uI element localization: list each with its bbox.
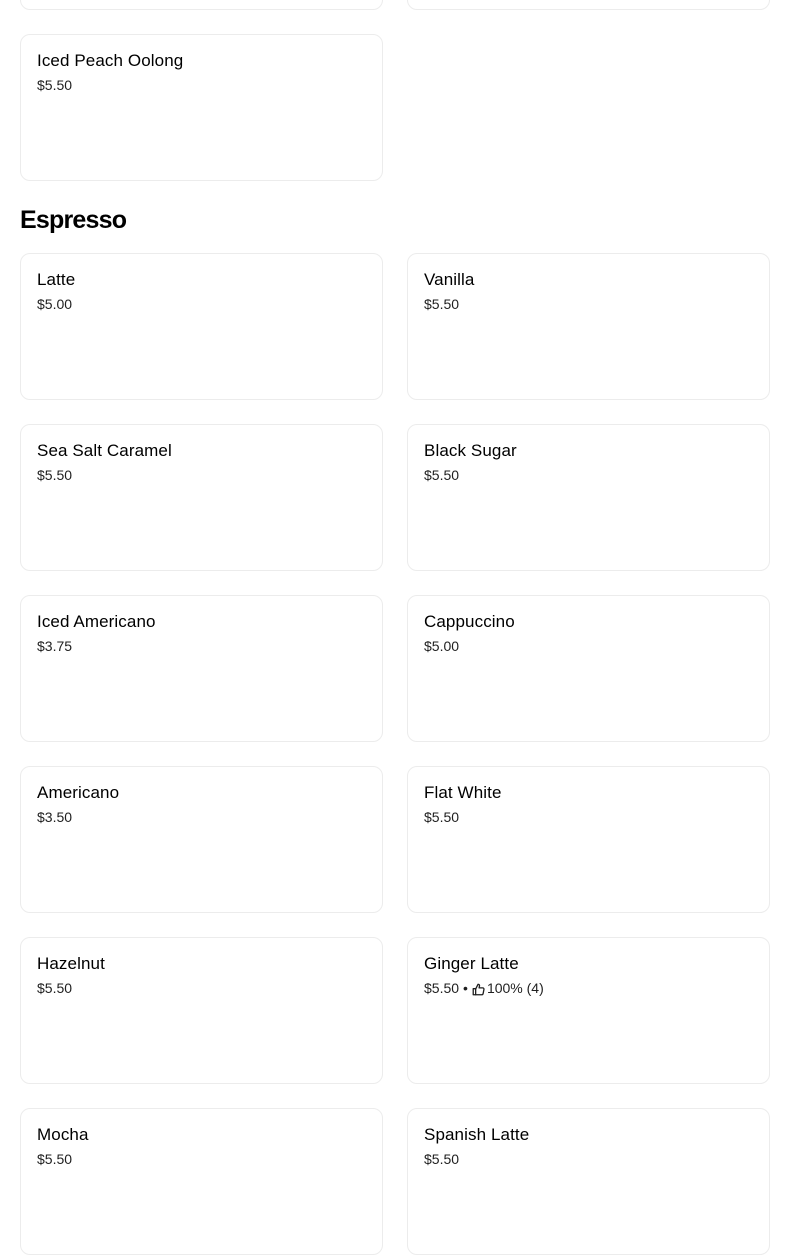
menu-item-card[interactable] — [407, 0, 770, 10]
menu-item-card[interactable]: Flat White $5.50 — [407, 766, 770, 913]
item-meta: $5.50 • 100% (4) — [424, 979, 544, 997]
menu-item-card[interactable]: Americano $3.50 — [20, 766, 383, 913]
item-price: $5.50 — [37, 1151, 73, 1167]
thumbs-up-icon — [472, 982, 485, 995]
item-price: $3.75 — [37, 638, 73, 654]
item-name: Americano — [37, 783, 120, 802]
section-title-espresso: Espresso — [20, 206, 127, 234]
item-price: $5.50 — [37, 77, 73, 93]
item-name: Iced Americano — [37, 612, 156, 631]
item-name: Latte — [37, 270, 76, 289]
menu-item-card[interactable]: Hazelnut $5.50 — [20, 937, 383, 1084]
menu-item-card[interactable] — [20, 0, 383, 10]
item-price: $5.00 — [424, 638, 460, 654]
item-name: Cappuccino — [424, 612, 515, 631]
item-price: $5.00 — [37, 296, 73, 312]
item-price: $5.50 — [424, 1151, 460, 1167]
item-name: Iced Peach Oolong — [37, 51, 184, 70]
item-price: $5.50 — [424, 467, 460, 483]
item-name: Mocha — [37, 1125, 89, 1144]
menu-item-card[interactable]: Latte $5.00 — [20, 253, 383, 400]
menu-item-card[interactable]: Iced Americano $3.75 — [20, 595, 383, 742]
menu-item-card[interactable]: Ginger Latte $5.50 • 100% (4) — [407, 937, 770, 1084]
item-rating: 100% (4) — [486, 980, 544, 996]
item-name: Sea Salt Caramel — [37, 441, 172, 460]
item-name: Ginger Latte — [424, 954, 519, 973]
item-name: Vanilla — [424, 270, 475, 289]
item-meta: $5.50 — [424, 295, 459, 313]
item-price: $5.50 — [37, 467, 73, 483]
item-name: Spanish Latte — [424, 1125, 530, 1144]
item-meta: $5.50 — [424, 1150, 459, 1168]
item-meta: $5.50 — [424, 466, 459, 484]
item-meta: $5.50 — [37, 979, 72, 997]
item-name: Flat White — [424, 783, 502, 802]
item-name: Black Sugar — [424, 441, 517, 460]
item-price: $5.50 — [37, 980, 73, 996]
item-meta: $5.50 — [37, 1150, 72, 1168]
menu-item-card[interactable]: Black Sugar $5.50 — [407, 424, 770, 571]
menu-item-card[interactable]: Spanish Latte $5.50 — [407, 1108, 770, 1255]
menu-item-card[interactable]: Sea Salt Caramel $5.50 — [20, 424, 383, 571]
menu-item-card[interactable]: Vanilla $5.50 — [407, 253, 770, 400]
menu-item-card[interactable]: Mocha $5.50 — [20, 1108, 383, 1255]
item-meta: $5.50 — [424, 808, 459, 826]
item-price: $5.50 — [424, 296, 460, 312]
item-meta: $5.00 — [424, 637, 459, 655]
item-meta: $3.75 — [37, 637, 72, 655]
menu-item-card[interactable]: Cappuccino $5.00 — [407, 595, 770, 742]
item-price: $3.50 — [37, 809, 73, 825]
meta-separator: • — [463, 980, 468, 996]
item-price: $5.50 — [424, 980, 460, 996]
item-meta: $5.50 — [37, 76, 72, 94]
item-meta: $5.00 — [37, 295, 72, 313]
item-meta: $3.50 — [37, 808, 72, 826]
menu-item-card[interactable]: Iced Peach Oolong $5.50 — [20, 34, 383, 181]
item-price: $5.50 — [424, 809, 460, 825]
item-meta: $5.50 — [37, 466, 72, 484]
item-name: Hazelnut — [37, 954, 105, 973]
